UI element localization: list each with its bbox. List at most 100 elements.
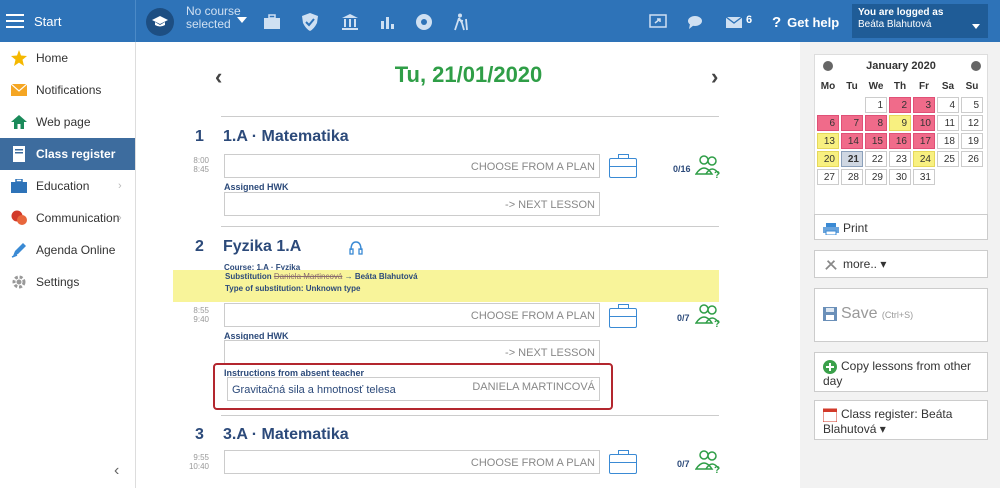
calendar-grid: Mo Tu We Th Fr Sa Su 1 2 3 4 5 6 7 8 9 10 11 12 13 14 15 16 17 1… (817, 79, 985, 187)
badge-icon[interactable] (414, 12, 434, 32)
choose-plan-link[interactable]: CHOOSE FROM A PLAN (471, 457, 595, 469)
sidebar-item-settings[interactable]: Settings (0, 266, 135, 298)
next-lesson-link[interactable]: -> NEXT LESSON (505, 347, 595, 359)
calendar-day[interactable]: 14 (841, 133, 863, 149)
lesson-title[interactable]: 3.A · Matematika (223, 426, 349, 444)
calendar-day[interactable]: 5 (961, 97, 983, 113)
bar-chart-icon[interactable] (378, 12, 398, 32)
calendar-day[interactable]: 22 (865, 151, 887, 167)
calendar-day[interactable]: 26 (961, 151, 983, 167)
sidebar-item-agenda-online[interactable]: Agenda Online (0, 234, 135, 266)
time-start: 8:00 (193, 156, 209, 165)
calendar-day[interactable]: 28 (841, 169, 863, 185)
choose-plan-link[interactable]: CHOOSE FROM A PLAN (471, 310, 595, 322)
lesson-title[interactable]: 1.A · Matematika (223, 128, 349, 146)
screen-share-icon[interactable] (648, 12, 668, 32)
attendance-icon[interactable]: ? (695, 154, 721, 178)
start-menu-button[interactable]: Start (0, 0, 136, 42)
calendar-day[interactable]: 16 (889, 133, 911, 149)
calendar-day[interactable]: 9 (889, 115, 911, 131)
calendar-day[interactable]: 17 (913, 133, 935, 149)
more-button[interactable]: more.. ▾ (814, 250, 988, 278)
calendar-day[interactable]: 15 (865, 133, 887, 149)
chevron-down-icon[interactable] (237, 17, 247, 23)
calendar-day[interactable]: 31 (913, 169, 935, 185)
envelope-icon[interactable] (724, 12, 744, 32)
weekday-label: Mo (820, 81, 836, 92)
topic-input[interactable]: CHOOSE FROM A PLAN (224, 303, 600, 327)
instructions-field[interactable]: Gravitačná sila a hmotnosť telesa DANIEL… (227, 377, 600, 401)
save-button[interactable]: Save (Ctrl+S) (814, 288, 988, 342)
calendar-week: 6 7 8 9 10 11 12 (817, 115, 985, 131)
topic-input[interactable]: CHOOSE FROM A PLAN (224, 450, 600, 474)
graduation-cap-icon[interactable] (146, 8, 174, 36)
calendar-day[interactable]: 20 (817, 151, 839, 167)
calendar-day[interactable]: 24 (913, 151, 935, 167)
print-button[interactable]: Print (814, 214, 988, 240)
calendar-day[interactable]: 4 (937, 97, 959, 113)
class-register-selector[interactable]: Class register: Beáta Blahutová ▾ (814, 400, 988, 440)
chevron-down-icon (972, 24, 980, 29)
calendar-day[interactable]: 21 (841, 151, 863, 167)
lesson-title[interactable]: Fyzika 1.A (223, 238, 301, 256)
sidebar-item-communication[interactable]: Communication › (0, 202, 135, 234)
next-lesson-link[interactable]: -> NEXT LESSON (505, 199, 595, 211)
calendar-day[interactable]: 10 (913, 115, 935, 131)
sidebar-item-notifications[interactable]: Notifications (0, 74, 135, 106)
collapse-sidebar-icon[interactable]: ‹ (114, 462, 119, 480)
calendar-day[interactable]: 11 (937, 115, 959, 131)
calendar-day[interactable]: 12 (961, 115, 983, 131)
attendance-icon[interactable]: ? (695, 303, 721, 327)
sidebar-item-label: Education (36, 179, 90, 193)
calendar-day[interactable]: 8 (865, 115, 887, 131)
calendar-day[interactable]: 7 (841, 115, 863, 131)
hiking-icon[interactable] (452, 12, 472, 32)
course-selector[interactable]: No course selected (186, 5, 241, 31)
institution-icon[interactable] (340, 12, 360, 32)
briefcase-icon[interactable] (609, 304, 637, 328)
get-help-link[interactable]: ? Get help (772, 14, 839, 31)
homework-input[interactable]: -> NEXT LESSON (224, 192, 600, 216)
homework-input[interactable]: -> NEXT LESSON (224, 340, 600, 364)
sidebar-item-education[interactable]: Education › (0, 170, 135, 202)
calendar-day[interactable]: 30 (889, 169, 911, 185)
lesson-time: 9:55 10:40 (181, 453, 209, 471)
sidebar-item-web-page[interactable]: Web page (0, 106, 135, 138)
chevron-right-icon: › (118, 180, 122, 192)
calendar-day[interactable]: 6 (817, 115, 839, 131)
briefcase-icon[interactable] (262, 12, 282, 32)
sidebar-item-home[interactable]: Home (0, 42, 135, 74)
next-month-icon[interactable] (971, 61, 981, 71)
choose-plan-link[interactable]: CHOOSE FROM A PLAN (471, 161, 595, 173)
briefcase-icon[interactable] (609, 154, 637, 178)
topic-input[interactable]: CHOOSE FROM A PLAN (224, 154, 600, 178)
right-panel: January 2020 Mo Tu We Th Fr Sa Su 1 2 3 4 5 6 7 8 9 10 11… (800, 42, 1000, 488)
calendar-day[interactable]: 27 (817, 169, 839, 185)
sidebar-item-class-register[interactable]: Class register (0, 138, 135, 170)
calendar-empty-cell (817, 97, 839, 113)
calendar-day[interactable]: 3 (913, 97, 935, 113)
calendar-day[interactable]: 23 (889, 151, 911, 167)
weekday-label: Sa (941, 81, 955, 92)
calendar-day[interactable]: 13 (817, 133, 839, 149)
calendar-day[interactable]: 25 (937, 151, 959, 167)
calendar-day[interactable]: 18 (937, 133, 959, 149)
chat-icon[interactable] (686, 12, 706, 32)
chevron-right-icon: › (118, 212, 122, 224)
briefcase-icon[interactable] (609, 450, 637, 474)
copy-lessons-button[interactable]: Copy lessons from other day (814, 352, 988, 392)
headphones-icon[interactable] (349, 240, 363, 256)
time-start: 8:55 (193, 306, 209, 315)
pen-icon (10, 242, 28, 258)
calendar-day[interactable]: 2 (889, 97, 911, 113)
calendar-weekdays: Mo Tu We Th Fr Sa Su (817, 79, 985, 95)
shield-icon[interactable] (300, 12, 320, 32)
calendar-day[interactable]: 19 (961, 133, 983, 149)
calendar-day[interactable]: 29 (865, 169, 887, 185)
user-menu[interactable]: You are logged as Beáta Blahutová (852, 4, 988, 38)
time-end: 9:40 (193, 315, 209, 324)
print-label: Print (843, 221, 868, 235)
calendar-day[interactable]: 1 (865, 97, 887, 113)
next-day-button[interactable]: › (711, 64, 718, 90)
attendance-icon[interactable]: ? (695, 449, 721, 473)
